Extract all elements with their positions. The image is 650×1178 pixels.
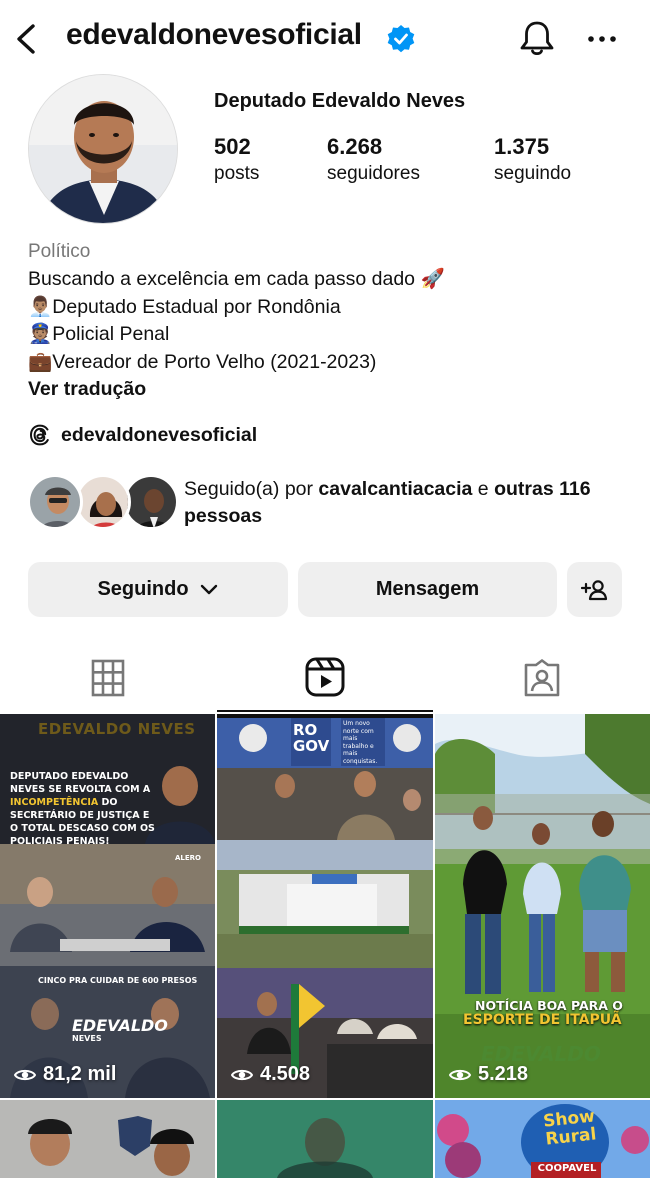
reel-cover-image <box>0 1100 215 1178</box>
reel-views: 4.508 <box>231 1063 310 1086</box>
reel-thumbnail[interactable]: Show Rural COOPAVEL <box>435 1100 650 1178</box>
headline-highlight: INCOMPETÊNCIA <box>10 797 99 808</box>
eye-icon <box>449 1069 471 1080</box>
more-icon[interactable] <box>586 24 618 54</box>
following-button[interactable]: Seguindo <box>28 562 288 617</box>
following-label: Seguindo <box>97 578 189 600</box>
reel-thumbnail[interactable]: RO GOV Um novo norte com mais trabalho e… <box>217 714 433 1098</box>
reel-views: 81,2 mil <box>14 1063 116 1086</box>
office-worker-emoji: 👨🏽‍💼 <box>28 295 53 318</box>
briefcase-emoji: 💼 <box>28 350 53 373</box>
stat-label: seguidores <box>327 163 420 184</box>
reel-thumbnail[interactable] <box>0 1100 215 1178</box>
mutual-followers-text[interactable]: Seguido(a) por cavalcantiacacia e outras… <box>184 476 624 530</box>
mutual-followers-avatars[interactable] <box>27 474 179 532</box>
reel-views: 5.218 <box>449 1063 528 1086</box>
reel-brand: EDEVALDO <box>72 1016 168 1035</box>
mutual-avatar <box>123 474 179 530</box>
reel-thumbnail[interactable] <box>217 1100 433 1178</box>
profile-full-name: Deputado Edevaldo Neves <box>214 90 466 112</box>
mutual-avatar <box>27 474 83 530</box>
bio-text: Deputado Estadual por Rondônia <box>52 295 341 318</box>
bio-line: 👨🏽‍💼Deputado Estadual por Rondônia <box>28 294 445 322</box>
reel-thumbnail[interactable]: NOTÍCIA BOA PARA O ESPORTE DE ITAPUÃ EDE… <box>435 714 650 1098</box>
stat-label: posts <box>214 163 260 184</box>
rocket-emoji: 🚀 <box>420 268 445 290</box>
message-label: Mensagem <box>375 578 480 600</box>
eye-icon <box>14 1069 36 1080</box>
tab-posts-grid[interactable] <box>0 644 216 712</box>
views-count: 5.218 <box>478 1063 529 1085</box>
bio-text: Buscando a excelência em cada passo dado <box>28 268 421 290</box>
bio-text: Vereador de Porto Velho (2021-2023) <box>52 350 377 373</box>
verified-badge-icon <box>387 25 415 53</box>
reel-caption-line2: ESPORTE DE ITAPUÃ <box>463 1012 622 1028</box>
reel-show-sub: COOPAVEL <box>537 1163 597 1174</box>
reel-show-text: Show Rural <box>542 1106 598 1150</box>
tab-tagged[interactable] <box>434 644 650 712</box>
mutual-middle: e <box>472 478 495 500</box>
reels-icon <box>305 657 345 697</box>
bio-text: Policial Penal <box>52 323 170 345</box>
reel-sign: RO GOV <box>293 721 330 755</box>
avatar-portrait <box>29 75 177 223</box>
grid-icon <box>91 659 125 697</box>
reel-top-text: EDEVALDO NEVES <box>38 720 196 738</box>
reels-grid: EDEVALDO NEVES DEPUTADO EDEVALDO NEVES S… <box>0 714 650 1178</box>
reel-thumbnail[interactable]: EDEVALDO NEVES DEPUTADO EDEVALDO NEVES S… <box>0 714 215 1098</box>
profile-username: edevaldonevesoficial <box>66 18 362 51</box>
profile-tabs <box>0 644 650 712</box>
profile-category: Político <box>28 241 91 262</box>
police-officer-emoji: 👮🏽 <box>28 323 53 345</box>
reel-brand-sub: NEVES <box>72 1034 102 1043</box>
reel-caption-line1: NOTÍCIA BOA PARA O <box>475 998 623 1013</box>
stat-value: 502 <box>214 134 251 159</box>
stat-label: seguindo <box>494 163 572 184</box>
reel-sign-text: Um novo norte com mais trabalho e mais c… <box>343 720 378 765</box>
see-translation-link[interactable]: Ver tradução <box>28 378 146 401</box>
views-count: 81,2 mil <box>43 1063 117 1085</box>
followers-count[interactable]: 6.268 seguidores <box>327 134 420 188</box>
stat-value: 6.268 <box>327 134 383 159</box>
add-person-icon <box>580 579 607 600</box>
mutual-avatar <box>75 474 131 530</box>
suggest-people-button[interactable] <box>567 562 622 617</box>
eye-icon <box>231 1069 253 1080</box>
tab-reels[interactable] <box>217 644 433 712</box>
reel-cover-image <box>435 714 650 1098</box>
message-button[interactable]: Mensagem <box>298 562 557 617</box>
mutual-user: cavalcantiacacia <box>318 478 473 500</box>
stat-value: 1.375 <box>494 134 550 159</box>
bio-line: Buscando a excelência em cada passo dado… <box>28 266 445 294</box>
posts-count[interactable]: 502 posts <box>214 134 259 188</box>
reel-cover-image <box>217 714 433 1098</box>
reel-caption: CINCO PRA CUIDAR DE 600 PRESOS <box>38 976 198 985</box>
reel-cover-image <box>217 1100 433 1178</box>
bio-line: 👮🏽Policial Penal <box>28 321 445 349</box>
views-count: 4.508 <box>260 1063 311 1085</box>
threads-link[interactable]: edevaldonevesoficial <box>28 421 257 449</box>
profile-avatar[interactable] <box>28 74 178 224</box>
threads-handle: edevaldonevesoficial <box>61 423 258 446</box>
profile-bio: Buscando a excelência em cada passo dado… <box>28 266 445 376</box>
tagged-icon <box>524 659 560 697</box>
following-count[interactable]: 1.375 seguindo <box>494 134 571 188</box>
bell-icon[interactable] <box>516 18 558 60</box>
threads-icon <box>29 424 49 446</box>
chevron-down-icon <box>200 584 217 594</box>
bio-line: 💼Vereador de Porto Velho (2021-2023) <box>28 349 445 377</box>
headline-part: DEPUTADO EDEVALDO NEVES SE REVOLTA COM A <box>10 771 151 795</box>
reel-logo-small: ALERO <box>175 854 202 862</box>
reel-headline: DEPUTADO EDEVALDO NEVES SE REVOLTA COM A… <box>10 770 160 848</box>
profile-header: edevaldonevesoficial <box>0 0 650 78</box>
mutual-prefix: Seguido(a) por <box>184 478 319 500</box>
back-arrow-icon[interactable] <box>12 22 42 56</box>
